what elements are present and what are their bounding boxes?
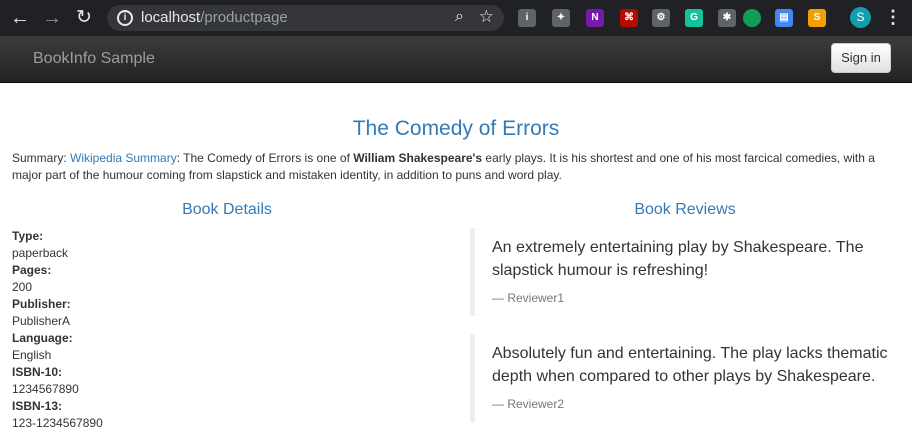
publisher-value: PublisherA (12, 314, 71, 328)
url-path: /productpage (200, 9, 288, 26)
more-menu-icon[interactable]: ⋮ (884, 6, 902, 28)
sign-in-button[interactable]: Sign in (831, 43, 891, 73)
instapaper-extension-icon[interactable]: i (518, 9, 536, 27)
type-value: paperback (12, 246, 69, 260)
sublime-extension-icon[interactable]: S (808, 9, 826, 27)
bulb-extension-icon[interactable]: ✱ (718, 9, 736, 27)
green-dot-extension-icon[interactable] (743, 9, 761, 27)
lightbulb-extension-icon[interactable]: ✦ (552, 9, 570, 27)
onenote-extension-icon[interactable]: N (586, 9, 604, 27)
isbn13-label: ISBN-13: (12, 399, 63, 413)
summary-text-1: : The Comedy of Errors is one of (176, 151, 354, 165)
review-text: Absolutely fun and entertaining. The pla… (492, 345, 888, 385)
summary-author: William Shakespeare's (353, 151, 483, 165)
book-reviews-heading: Book Reviews (634, 201, 736, 218)
type-label: Type: (12, 229, 44, 243)
isbn13-value: 123-1234567890 (12, 416, 103, 430)
wikipedia-summary-link[interactable]: Wikipedia Summary (70, 151, 177, 165)
browser-toolbar: ← → ↻ i localhost/productpage ⌕ ☆ i ✦ N ⌘ ⚙ G… (0, 0, 912, 36)
publisher-label: Publisher: (12, 297, 71, 311)
reviewer-name: — Reviewer1 (492, 291, 565, 305)
zoom-icon[interactable]: ⌕ (455, 8, 464, 26)
site-info-icon[interactable]: i (117, 10, 133, 26)
bookmark-star-icon[interactable]: ☆ (479, 7, 494, 27)
review-card: Absolutely fun and entertaining. The pla… (470, 334, 890, 422)
url-host: localhost (141, 9, 201, 26)
document-extension-icon[interactable]: ▤ (775, 9, 793, 27)
grammarly-extension-icon[interactable]: G (685, 9, 703, 27)
book-summary: Summary: Wikipedia Summary: The Comedy o… (12, 150, 902, 184)
pages-value: 200 (12, 280, 33, 294)
summary-label: Summary: (12, 151, 71, 165)
book-title: The Comedy of Errors (352, 117, 560, 140)
language-label: Language: (12, 331, 73, 345)
reload-icon[interactable]: ↻ (72, 6, 96, 30)
forward-arrow-icon[interactable]: → (40, 6, 64, 30)
back-arrow-icon[interactable]: ← (8, 6, 32, 30)
isbn10-label: ISBN-10: (12, 365, 63, 379)
brand-link[interactable]: BookInfo Sample (33, 50, 155, 68)
gear-extension-icon[interactable]: ⚙ (652, 9, 670, 27)
profile-avatar[interactable]: S (850, 7, 871, 28)
language-value: English (12, 348, 52, 362)
url-text[interactable]: localhost/productpage (141, 9, 288, 26)
pdf-extension-icon[interactable]: ⌘ (620, 9, 638, 27)
app-navbar: BookInfo Sample Sign in (0, 36, 912, 83)
book-details-list: Type: paperback Pages: 200 Publisher: Pu… (12, 228, 103, 432)
review-text: An extremely entertaining play by Shakes… (492, 239, 864, 279)
book-details-heading: Book Details (182, 201, 272, 218)
isbn10-value: 1234567890 (12, 382, 79, 396)
pages-label: Pages: (12, 263, 52, 277)
review-card: An extremely entertaining play by Shakes… (470, 228, 890, 316)
reviewer-name: — Reviewer2 (492, 397, 565, 411)
address-bar[interactable]: i localhost/productpage ⌕ ☆ (107, 5, 504, 31)
